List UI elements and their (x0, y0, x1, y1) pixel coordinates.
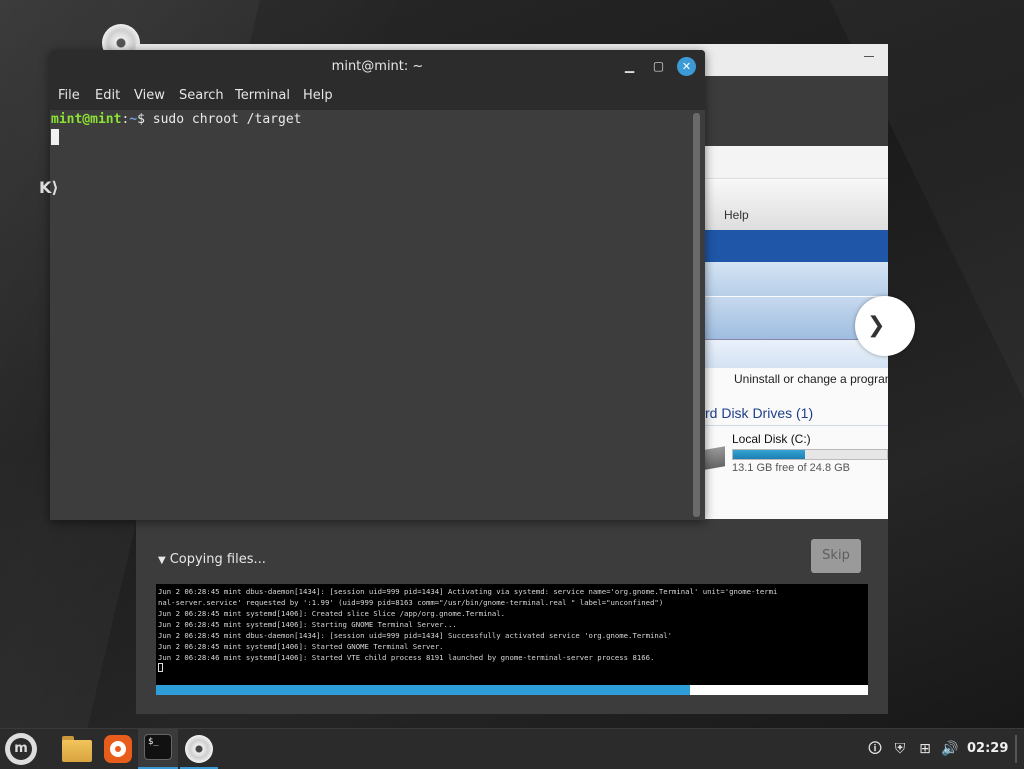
terminal-scrollbar-thumb[interactable] (693, 113, 700, 517)
terminal-cursor (51, 129, 59, 145)
taskbar: m $_ 🛈 ⛨ ⊞ 🔊 02:29 (0, 728, 1024, 769)
menu-terminal[interactable]: Terminal (235, 88, 290, 103)
mint-menu-icon[interactable]: m (5, 733, 37, 765)
slide-hdd-heading: rd Disk Drives (1) (705, 405, 814, 421)
log-line: Jun 2 06:28:45 mint dbus-daemon[1434]: [… (158, 587, 778, 596)
typed-command: sudo chroot /target (152, 112, 302, 127)
prompt-user: mint@mint (51, 112, 122, 127)
maximize-icon[interactable]: ▢ (649, 57, 668, 76)
install-progress-fill (156, 685, 690, 695)
slide-help-label: Help (724, 208, 749, 222)
prompt-line: mint@mint:~$ sudo chroot /target (51, 112, 301, 127)
expander-arrow-icon: ▼ (158, 555, 166, 566)
terminal-icon: $_ (144, 734, 172, 760)
shield-icon[interactable]: ⛨ (891, 740, 909, 758)
disk-usage-bar (732, 449, 888, 460)
slide-menubar (705, 180, 888, 230)
installer-minimize-icon[interactable] (864, 56, 874, 57)
minimize-icon[interactable]: ▁ (620, 57, 639, 76)
log-cursor-line (158, 663, 866, 675)
terminal-menubar: File Edit View Search Terminal Help (50, 83, 705, 110)
folder-icon[interactable] (62, 736, 92, 762)
log-line: Jun 2 06:28:45 mint systemd[1406]: Start… (158, 642, 444, 651)
terminal-output[interactable]: mint@mint:~$ sudo chroot /target (50, 110, 705, 520)
copying-files-label: Copying files... (169, 552, 266, 567)
install-log: Jun 2 06:28:45 mint dbus-daemon[1434]: [… (156, 584, 868, 685)
mint-logo-glyph: m (10, 738, 32, 760)
log-line: Jun 2 06:28:45 mint systemd[1406]: Start… (158, 620, 457, 629)
copying-files-expander[interactable]: ▼ Copying files... (158, 552, 266, 567)
skip-button[interactable]: Skip (811, 539, 861, 573)
menu-edit[interactable]: Edit (95, 88, 120, 103)
volume-icon[interactable]: 🔊 (941, 740, 959, 758)
slideshow-next-chevron-icon[interactable]: ❯ (855, 296, 915, 356)
log-line: Jun 2 06:28:46 mint systemd[1406]: Start… (158, 653, 655, 662)
slide-local-disk-label: Local Disk (C:) (732, 432, 811, 446)
disc-icon (185, 735, 213, 763)
update-icon[interactable]: 🛈 (866, 740, 884, 758)
slide-free-space: 13.1 GB free of 24.8 GB (732, 462, 851, 474)
install-progress-bar (156, 685, 868, 695)
disk-usage-fill (733, 450, 806, 459)
terminal-window[interactable]: mint@mint: ~ ▁ ▢ ✕ File Edit View Search… (50, 50, 705, 520)
terminal-title: mint@mint: ~ (331, 59, 424, 74)
installer-task-button[interactable] (180, 729, 218, 769)
folder-body (62, 740, 92, 762)
clock[interactable]: 02:29 (967, 741, 1008, 756)
slide-divider (705, 425, 888, 426)
close-icon[interactable]: ✕ (677, 57, 696, 76)
show-desktop-button[interactable] (1015, 735, 1017, 763)
log-line: Jun 2 06:28:45 mint dbus-daemon[1434]: [… (158, 631, 672, 640)
prompt-directory: ~ (129, 112, 138, 127)
terminal-scrollbar[interactable] (693, 113, 700, 517)
terminal-task-button[interactable]: $_ (138, 729, 178, 769)
menu-search[interactable]: Search (179, 88, 224, 103)
hard-drive-icon (705, 446, 725, 470)
slide-uninstall-label: Uninstall or change a program (734, 372, 888, 386)
terminal-titlebar[interactable]: mint@mint: ~ ▁ ▢ ✕ (50, 50, 705, 83)
log-line: nal-server.service' requested by ':1.99'… (158, 598, 664, 607)
menu-file[interactable]: File (58, 88, 80, 103)
log-line: Jun 2 06:28:45 mint systemd[1406]: Creat… (158, 609, 506, 618)
log-cursor (158, 663, 163, 672)
slide-band (705, 146, 888, 179)
menu-help[interactable]: Help (303, 88, 333, 103)
menu-view[interactable]: View (134, 88, 165, 103)
firefox-dot (115, 746, 121, 752)
firefox-inner (110, 741, 126, 757)
network-icon[interactable]: ⊞ (916, 740, 934, 758)
slide-title-band (705, 230, 888, 262)
desktop-key-icon: K⟩ (39, 178, 59, 197)
prompt-symbol: $ (137, 112, 153, 127)
firefox-icon[interactable] (104, 735, 132, 763)
slide-band (705, 262, 888, 296)
